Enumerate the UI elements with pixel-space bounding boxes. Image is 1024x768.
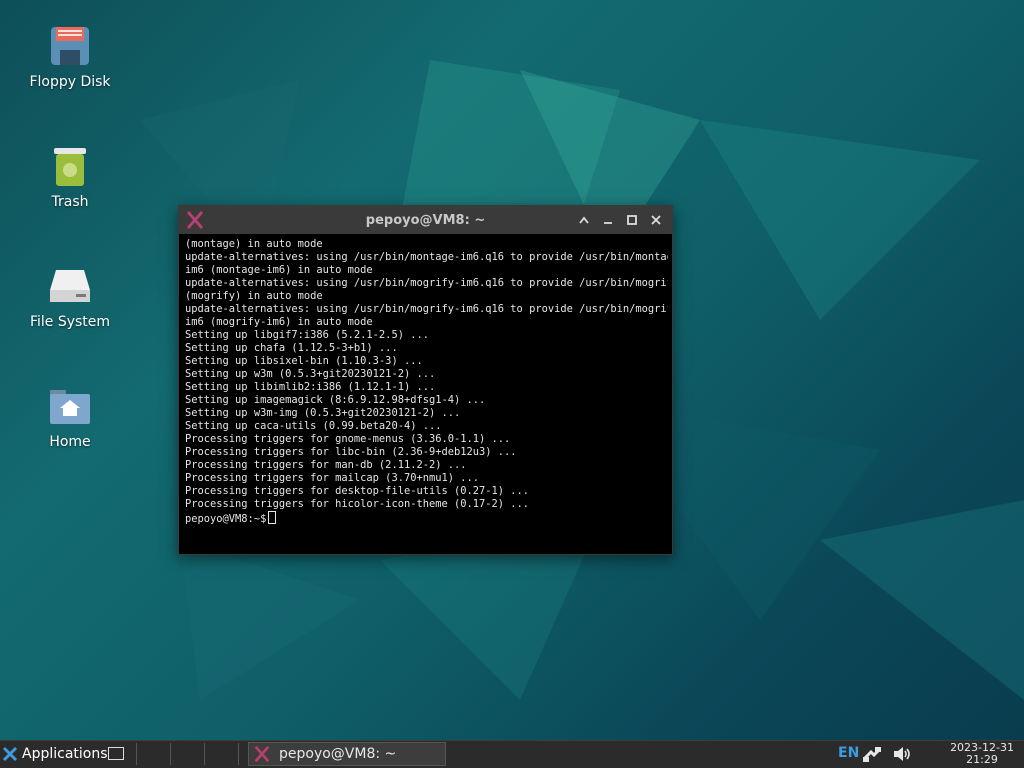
separator	[136, 743, 137, 765]
terminal-line: Processing triggers for desktop-file-uti…	[185, 485, 530, 497]
terminal-line: Setting up libsixel-bin (1.10.3-3) ...	[185, 355, 423, 367]
taskbar: Applications pepoyo@VM8: ~ EN 2023-12-31…	[0, 740, 1024, 768]
desktop-icon-label: File System	[29, 314, 111, 330]
desktop-icon-file-system[interactable]: File System	[20, 264, 120, 330]
terminal-line: update-alternatives: using /usr/bin/mogr…	[185, 277, 668, 289]
close-button[interactable]	[646, 209, 666, 231]
taskbar-window-label: pepoyo@VM8: ~	[279, 746, 397, 762]
terminal-line: Processing triggers for hicolor-icon-the…	[185, 498, 530, 510]
xterm-icon	[254, 745, 270, 763]
desktop-icon-home[interactable]: Home	[20, 384, 120, 450]
volume-icon[interactable]	[892, 745, 912, 763]
shade-button[interactable]	[574, 209, 594, 231]
show-desktop-button[interactable]	[108, 747, 124, 760]
separator	[238, 743, 239, 765]
drive-icon	[50, 270, 90, 302]
close-icon	[651, 215, 661, 225]
maximize-icon	[627, 215, 637, 225]
minimize-icon	[604, 222, 612, 224]
desktop-icon-label: Trash	[51, 194, 89, 210]
terminal-line: Processing triggers for man-db (2.11.2-2…	[185, 459, 467, 471]
desktop-icon-label: Floppy Disk	[29, 74, 111, 90]
terminal-line: Setting up chafa (1.12.5-3+b1) ...	[185, 342, 398, 354]
separator	[204, 743, 205, 765]
desktop-icon-floppy-disk[interactable]: Floppy Disk	[20, 24, 120, 90]
desktop-icon-label: Home	[49, 434, 91, 450]
terminal-line: im6 (montage-im6) in auto mode	[185, 264, 373, 276]
terminal-line: (mogrify) in auto mode	[185, 290, 323, 302]
network-icon[interactable]	[862, 745, 882, 763]
terminal-prompt: pepoyo@VM8:~$	[185, 513, 267, 525]
terminal-line: Setting up libgif7:i386 (5.2.1-2.5) ...	[185, 329, 429, 341]
xfce-logo-icon	[2, 746, 18, 762]
chevron-up-icon	[579, 216, 589, 224]
terminal-line: Setting up libimlib2:i386 (1.12.1-1) ...	[185, 381, 436, 393]
window-titlebar[interactable]: pepoyo@VM8: ~	[179, 206, 672, 234]
terminal-line: (montage) in auto mode	[185, 238, 323, 250]
applications-menu-button[interactable]: Applications	[2, 743, 108, 765]
terminal-line: im6 (mogrify-im6) in auto mode	[185, 316, 373, 328]
terminal-cursor	[268, 511, 277, 524]
terminal-line: Setting up imagemagick (8:6.9.12.98+dfsg…	[185, 394, 486, 406]
clock-time: 21:29	[966, 753, 998, 766]
floppy-disk-icon	[51, 27, 89, 65]
terminal-output[interactable]: (montage) in auto mode update-alternative…	[183, 236, 668, 550]
terminal-prompt-line: pepoyo@VM8:~$	[185, 511, 666, 526]
trash-icon	[54, 148, 86, 186]
terminal-line: Setting up caca-utils (0.99.beta20-4) ..…	[185, 420, 442, 432]
terminal-window[interactable]: pepoyo@VM8: ~ (montage) in auto mode upda…	[178, 205, 673, 555]
home-folder-icon	[50, 390, 90, 424]
taskbar-window-button[interactable]: pepoyo@VM8: ~	[248, 742, 446, 766]
xterm-icon	[185, 210, 205, 230]
terminal-line: Processing triggers for gnome-menus (3.3…	[185, 433, 511, 445]
terminal-line: Processing triggers for mailcap (3.70+nm…	[185, 472, 480, 484]
terminal-line: Setting up w3m (0.5.3+git20230121-2) ...	[185, 368, 436, 380]
applications-label: Applications	[22, 746, 108, 762]
terminal-line: update-alternatives: using /usr/bin/mont…	[185, 251, 668, 263]
clock[interactable]: 2023-12-31 21:29	[950, 742, 1014, 766]
terminal-line: Setting up w3m-img (0.5.3+git20230121-2)…	[185, 407, 461, 419]
separator	[170, 743, 171, 765]
terminal-line: update-alternatives: using /usr/bin/mogr…	[185, 303, 668, 315]
keyboard-layout-indicator[interactable]: EN	[838, 745, 859, 761]
terminal-line: Processing triggers for libc-bin (2.36-9…	[185, 446, 517, 458]
minimize-button[interactable]	[598, 209, 618, 231]
maximize-button[interactable]	[622, 209, 642, 231]
desktop-icon-trash[interactable]: Trash	[20, 144, 120, 210]
